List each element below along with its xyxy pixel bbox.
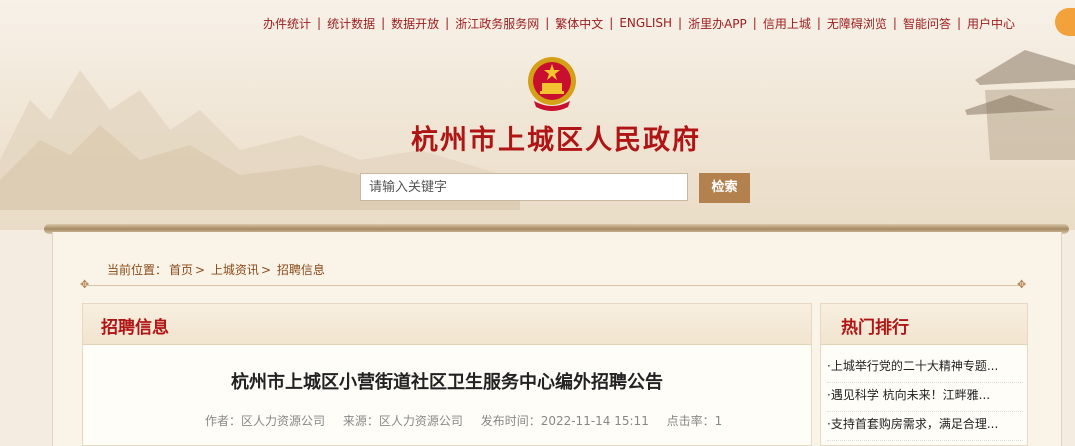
hot-ranking-list: ·上城举行党的二十大精神专题... ·遇见科学 杭向未来！江畔雅... ·支持首…: [827, 354, 1023, 441]
hot-ranking-panel: 热门排行 ·上城举行党的二十大精神专题... ·遇见科学 杭向未来！江畔雅...…: [820, 303, 1028, 446]
nav-separator: |: [892, 16, 897, 30]
nav-separator: |: [381, 16, 386, 30]
pavilion-illustration: [965, 50, 1075, 160]
hot-ranking-title: 热门排行: [841, 318, 909, 338]
nav-separator: |: [609, 16, 614, 30]
nav-separator: |: [816, 16, 821, 30]
article-author: 作者：区人力资源公司: [205, 414, 326, 428]
nav-link-english[interactable]: ENGLISH: [619, 16, 672, 30]
nav-link-smart-qa[interactable]: 智能问答: [903, 15, 951, 32]
hot-ranking-item[interactable]: ·支持首套购房需求，满足合理...: [827, 412, 1023, 441]
breadcrumb-separator: >: [260, 263, 271, 277]
search-button[interactable]: 检索: [699, 173, 750, 203]
nav-link-open-data[interactable]: 数据开放: [391, 15, 439, 32]
article-panel: 招聘信息 杭州市上城区小营街道社区卫生服务中心编外招聘公告 作者：区人力资源公司…: [82, 303, 812, 446]
national-emblem-icon: [528, 57, 576, 111]
nav-separator: |: [545, 16, 550, 30]
breadcrumb-home[interactable]: 首页: [169, 263, 193, 277]
nav-link-credit[interactable]: 信用上城: [763, 15, 811, 32]
divider-ornament-right-icon: ✥: [1017, 278, 1027, 291]
breadcrumb-prefix: 当前位置：: [107, 263, 168, 277]
search-input[interactable]: 请输入关键字: [360, 173, 688, 201]
divider: [86, 285, 1021, 286]
nav-separator: |: [956, 16, 962, 30]
nav-link-stats[interactable]: 办件统计: [263, 15, 311, 32]
article-meta: 作者：区人力资源公司 来源：区人力资源公司 发布时间：2022-11-14 15…: [205, 412, 736, 429]
article-source: 来源：区人力资源公司: [342, 414, 463, 428]
section-title: 招聘信息: [101, 318, 169, 338]
article-title: 杭州市上城区小营街道社区卫生服务中心编外招聘公告: [231, 372, 663, 393]
nav-separator: |: [445, 16, 450, 30]
nav-link-zheliban-app[interactable]: 浙里办APP: [688, 15, 747, 32]
nav-link-user-center[interactable]: 用户中心: [967, 15, 1015, 32]
search-placeholder: 请输入关键字: [369, 179, 448, 194]
article-publish-time: 发布时间：2022-11-14 15:11: [480, 414, 649, 428]
breadcrumb: 当前位置： 首页 > 上城资讯 > 招聘信息: [107, 261, 327, 278]
nav-separator: |: [678, 16, 683, 30]
site-title: 杭州市上城区人民政府: [411, 125, 701, 156]
hot-ranking-item[interactable]: ·上城举行党的二十大精神专题...: [827, 354, 1023, 383]
nav-link-zj-gov-service[interactable]: 浙江政务服务网: [455, 15, 539, 32]
side-float-tab[interactable]: [1055, 8, 1075, 36]
breadcrumb-separator: >: [195, 263, 206, 277]
top-navigation: 办件统计 | 统计数据 | 数据开放 | 浙江政务服务网 | 繁体中文 | ENGLISH…: [263, 14, 1015, 32]
breadcrumb-recruitment[interactable]: 招聘信息: [277, 263, 325, 277]
hot-ranking-item[interactable]: ·遇见科学 杭向未来！江畔雅...: [827, 383, 1023, 412]
nav-separator: |: [317, 16, 322, 30]
nav-link-accessibility[interactable]: 无障碍浏览: [827, 15, 887, 32]
nav-link-traditional-chinese[interactable]: 繁体中文: [555, 15, 603, 32]
hot-ranking-header: 热门排行: [821, 304, 1027, 345]
breadcrumb-news[interactable]: 上城资讯: [211, 263, 259, 277]
article-clicks: 点击率：1: [666, 414, 723, 428]
article-panel-header: 招聘信息: [83, 304, 811, 345]
nav-link-statistics-data[interactable]: 统计数据: [327, 15, 375, 32]
nav-separator: |: [752, 16, 757, 30]
